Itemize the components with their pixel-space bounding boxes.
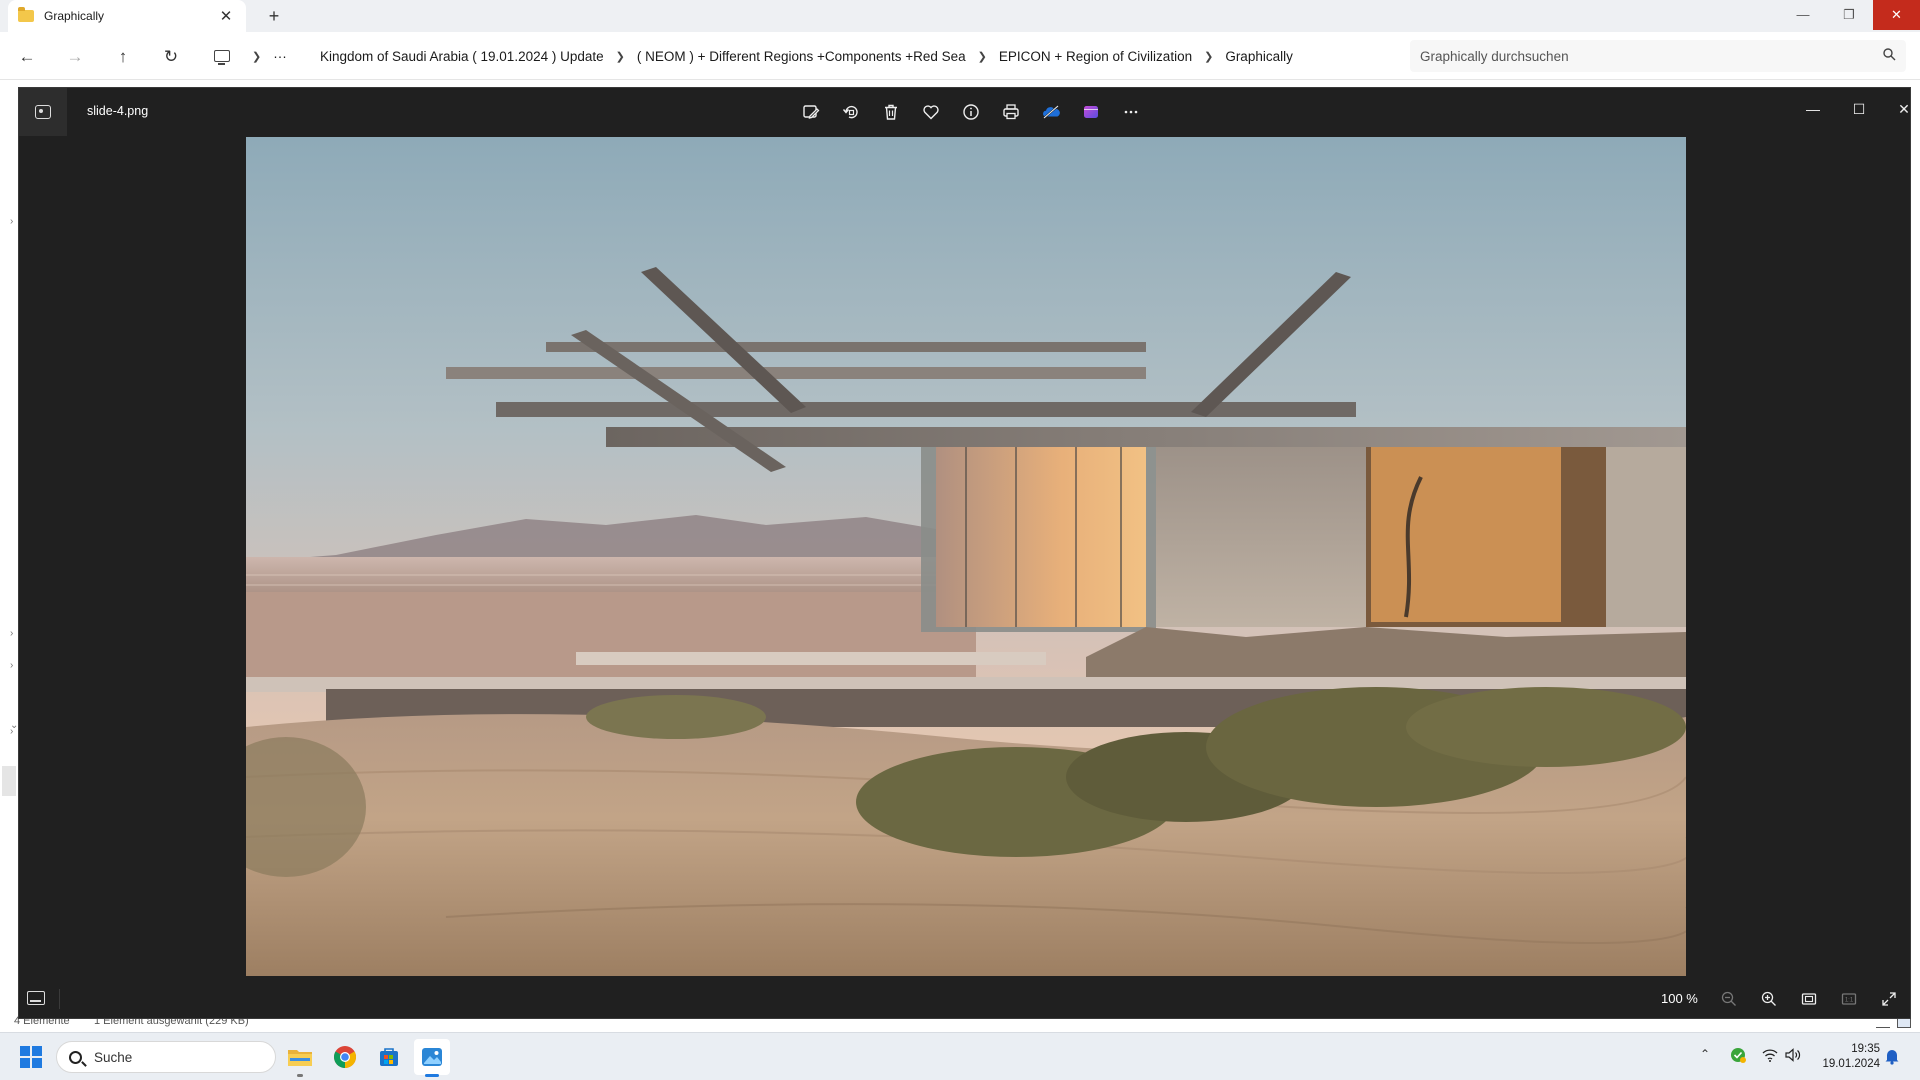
zoom-level[interactable]: 100 % [1661, 991, 1698, 1006]
viewer-title-bar: slide-4.png — ☐ ✕ [19, 88, 1910, 136]
forward-button[interactable]: → [62, 44, 88, 70]
breadcrumb-more[interactable]: ··· [273, 49, 287, 64]
volume-icon[interactable] [1783, 1045, 1803, 1065]
photos-viewer-window: slide-4.png — ☐ ✕ 100 % 1:1 [18, 87, 1911, 1019]
chevron-right-icon[interactable]: ❯ [616, 50, 625, 63]
tab-close-button[interactable]: ✕ [216, 7, 236, 25]
favorite-icon[interactable] [911, 98, 951, 126]
taskbar: Suche ⌃ 19:35 19.01.2024 [0, 1032, 1920, 1080]
clipchamp-icon[interactable] [1071, 98, 1111, 126]
chevron-right-icon[interactable]: ❯ [1204, 50, 1213, 63]
actual-size-icon[interactable]: 1:1 [1837, 989, 1861, 1009]
clock-time: 19:35 [1851, 1043, 1880, 1055]
explorer-minimize-button[interactable]: — [1780, 0, 1826, 30]
new-tab-button[interactable]: + [262, 4, 286, 28]
back-button[interactable]: ← [14, 44, 40, 70]
onedrive-icon[interactable] [1031, 98, 1071, 126]
file-explorer-taskbar-icon[interactable] [282, 1039, 318, 1077]
folder-icon [18, 7, 34, 22]
windows-logo-icon [32, 1058, 42, 1068]
breadcrumb-item[interactable]: EPICON + Region of Civilization [999, 49, 1192, 64]
more-icon[interactable] [1111, 98, 1151, 126]
breadcrumb-item[interactable]: Kingdom of Saudi Arabia ( 19.01.2024 ) U… [320, 49, 604, 64]
tab-title: Graphically [44, 9, 105, 23]
running-indicator [425, 1074, 439, 1077]
windows-logo-icon [20, 1058, 30, 1068]
svg-text:1:1: 1:1 [1845, 998, 1854, 1004]
viewer-maximize-button[interactable]: ☐ [1836, 94, 1882, 124]
viewer-minimize-button[interactable]: — [1790, 94, 1836, 124]
zoom-out-icon[interactable] [1717, 989, 1741, 1009]
chevron-right-icon[interactable]: › [10, 660, 13, 671]
security-shield-icon[interactable] [1728, 1045, 1748, 1065]
taskbar-search[interactable]: Suche [56, 1041, 276, 1073]
navigation-pane: › › › ⌄ › [0, 80, 18, 1030]
chevron-right-icon[interactable]: › [10, 216, 13, 227]
up-button[interactable]: ↑ [110, 44, 136, 70]
refresh-button[interactable]: ↻ [158, 44, 184, 70]
viewer-toolbar [791, 98, 1151, 126]
viewer-bottom-bar: 100 % 1:1 [19, 979, 1910, 1019]
clock[interactable]: 19:35 19.01.2024 [1810, 1042, 1880, 1072]
explorer-tab-bar: Graphically ✕ + — ❐ ✕ [0, 0, 1920, 32]
photos-app-icon[interactable] [19, 88, 67, 136]
displayed-image[interactable] [246, 137, 1686, 976]
breadcrumb-item[interactable]: ( NEOM ) + Different Regions +Components… [637, 49, 966, 64]
edit-image-icon[interactable] [791, 98, 831, 126]
filmstrip-icon[interactable] [27, 991, 45, 1005]
photos-taskbar-icon[interactable] [414, 1039, 450, 1077]
print-icon[interactable] [991, 98, 1031, 126]
wifi-icon[interactable] [1760, 1045, 1780, 1065]
show-hidden-icons-chevron-up-icon[interactable]: ⌃ [1700, 1047, 1710, 1061]
chevron-right-icon[interactable]: › [10, 628, 13, 639]
breadcrumb[interactable]: ❯ ··· ❯ Kingdom of Saudi Arabia ( 19.01.… [200, 40, 1400, 72]
this-pc-icon[interactable] [214, 50, 230, 65]
windows-logo-icon [20, 1046, 30, 1056]
image-icon [35, 105, 51, 119]
windows-logo-icon [32, 1046, 42, 1056]
search-icon [1883, 48, 1896, 64]
start-button[interactable] [20, 1046, 42, 1068]
chevron-right-icon[interactable]: ❯ [978, 50, 987, 63]
info-icon[interactable] [951, 98, 991, 126]
fit-to-window-icon[interactable] [1797, 989, 1821, 1009]
clock-date: 19.01.2024 [1822, 1058, 1880, 1070]
file-name: slide-4.png [87, 104, 149, 118]
explorer-tab[interactable]: Graphically ✕ [8, 0, 246, 32]
address-row: ← → ↑ ↻ ❯ ··· ❯ Kingdom of Saudi Arabia … [0, 32, 1920, 80]
nav-item-selected[interactable] [2, 766, 16, 796]
beach-house-render-image [246, 137, 1686, 976]
chrome-taskbar-icon[interactable] [327, 1039, 363, 1075]
running-indicator [297, 1074, 303, 1077]
rotate-icon[interactable] [831, 98, 871, 126]
search-placeholder: Graphically durchsuchen [1420, 48, 1569, 64]
fullscreen-icon[interactable] [1877, 989, 1901, 1009]
explorer-restore-button[interactable]: ❐ [1826, 0, 1872, 30]
viewer-close-button[interactable]: ✕ [1881, 94, 1920, 124]
chevron-right-icon[interactable]: › [10, 726, 13, 737]
taskbar-search-label: Suche [94, 1049, 133, 1065]
search-input[interactable]: Graphically durchsuchen [1410, 40, 1906, 72]
divider [59, 989, 60, 1009]
delete-icon[interactable] [871, 98, 911, 126]
explorer-close-button[interactable]: ✕ [1873, 0, 1920, 30]
notification-bell-icon[interactable] [1884, 1047, 1900, 1065]
breadcrumb-item[interactable]: Graphically [1225, 49, 1293, 64]
chevron-right-icon[interactable]: ❯ [252, 50, 261, 63]
search-icon [69, 1050, 82, 1064]
zoom-in-icon[interactable] [1757, 989, 1781, 1009]
store-taskbar-icon[interactable] [371, 1039, 407, 1075]
